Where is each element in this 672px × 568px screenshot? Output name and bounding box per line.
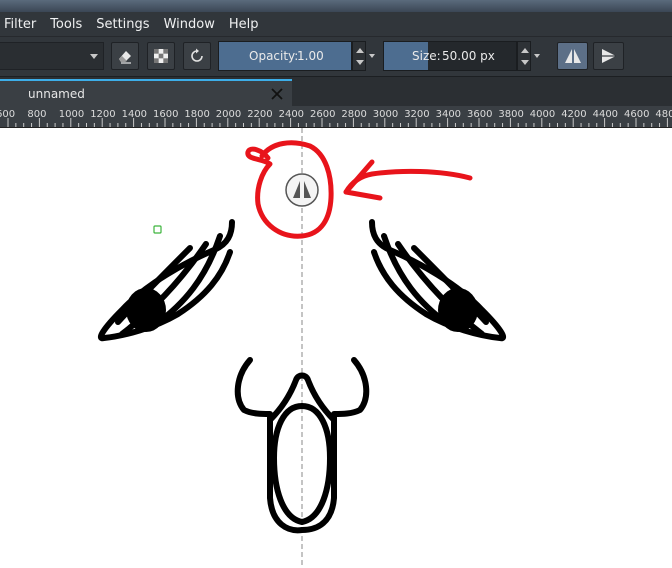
- document-tab-bar: unnamed: [0, 76, 672, 107]
- mirror-axis-handle[interactable]: [285, 173, 319, 207]
- right-eye-stroke: [369, 219, 507, 342]
- ruler-label: 4800: [655, 109, 672, 120]
- ruler-label: 4000: [529, 109, 556, 120]
- brush-toolbar: Opacity: 1.00 Size: 50.00 px: [0, 36, 672, 76]
- mirror-vertical-icon: [601, 49, 616, 63]
- ruler-label: 1200: [90, 109, 116, 120]
- window-title-strip: [0, 0, 672, 12]
- ruler-label: 1000: [58, 109, 85, 120]
- ruler-label: 3800: [498, 109, 524, 120]
- ruler-label: 3600: [467, 109, 493, 120]
- ruler-label: 2000: [215, 109, 242, 120]
- reload-preset-button[interactable]: [183, 42, 211, 70]
- ruler-label: 600: [0, 109, 16, 120]
- ruler-label: 4600: [624, 109, 650, 120]
- annotation-arrow-head: [343, 159, 383, 201]
- opacity-value: 1.00: [297, 49, 324, 63]
- canvas-drawing: [97, 128, 507, 568]
- checkerboard-icon: [154, 49, 168, 63]
- ruler-label: 2200: [247, 109, 273, 120]
- ruler-label: 2800: [341, 109, 367, 120]
- ruler-label: 2400: [278, 109, 305, 120]
- mirror-vertical-button[interactable]: [593, 42, 624, 70]
- left-eye-pupil: [126, 288, 166, 332]
- ruler-label: 3200: [404, 109, 430, 120]
- ruler-label: 3400: [435, 109, 462, 120]
- chevron-down-icon: [90, 54, 98, 59]
- ruler-label: 4200: [561, 109, 587, 120]
- mirror-horizontal-icon: [564, 49, 581, 63]
- cursor-marker: [153, 225, 162, 234]
- menu-filter[interactable]: Filter: [4, 17, 36, 32]
- brush-preset-dropdown[interactable]: [0, 42, 104, 70]
- opacity-label: Opacity:: [249, 49, 299, 63]
- annotation-arrow: [343, 168, 473, 195]
- right-eye-pupil: [438, 288, 478, 332]
- reload-icon: [191, 48, 203, 62]
- opacity-menu-chevron-icon[interactable]: [369, 54, 375, 58]
- ruler-label: 4400: [592, 109, 619, 120]
- arrow-up-icon: [356, 48, 364, 53]
- arrow-up-icon: [521, 48, 529, 53]
- ruler-label: 2600: [310, 109, 336, 120]
- size-label: Size:: [412, 49, 441, 63]
- left-eye-stroke: [97, 219, 235, 342]
- ruler-label: 1800: [184, 109, 210, 120]
- menu-settings[interactable]: Settings: [96, 17, 149, 32]
- size-spinner[interactable]: [517, 41, 531, 71]
- opacity-spinner[interactable]: [352, 41, 366, 71]
- size-menu-chevron-icon[interactable]: [534, 54, 540, 58]
- menu-window[interactable]: Window: [164, 17, 215, 32]
- ruler-label: 1600: [153, 109, 179, 120]
- document-tab-title: unnamed: [28, 87, 85, 101]
- document-tab[interactable]: unnamed: [0, 79, 292, 107]
- opacity-slider[interactable]: Opacity: 1.00: [218, 41, 352, 71]
- arrow-down-icon: [356, 60, 364, 65]
- eraser-icon: [119, 51, 131, 64]
- ruler-label: 3000: [372, 109, 399, 120]
- ruler-label: 1400: [121, 109, 148, 120]
- size-value: 50.00 px: [442, 49, 495, 63]
- size-slider[interactable]: Size: 50.00 px: [383, 41, 517, 71]
- mirror-horizontal-button[interactable]: [557, 42, 588, 70]
- menu-bar: Filter Tools Settings Window Help: [0, 12, 672, 36]
- menu-help[interactable]: Help: [229, 17, 259, 32]
- close-icon[interactable]: [270, 87, 284, 101]
- drawing-canvas[interactable]: [0, 128, 672, 568]
- eraser-mode-button[interactable]: [111, 42, 139, 70]
- preserve-alpha-button[interactable]: [147, 42, 175, 70]
- ruler-label: 800: [27, 109, 47, 120]
- arrow-down-icon: [521, 60, 529, 65]
- menu-tools[interactable]: Tools: [50, 17, 82, 32]
- horizontal-ruler[interactable]: 600 800 1000 1200 1400 1600 1800 2000 2200 2400 26…: [0, 106, 672, 128]
